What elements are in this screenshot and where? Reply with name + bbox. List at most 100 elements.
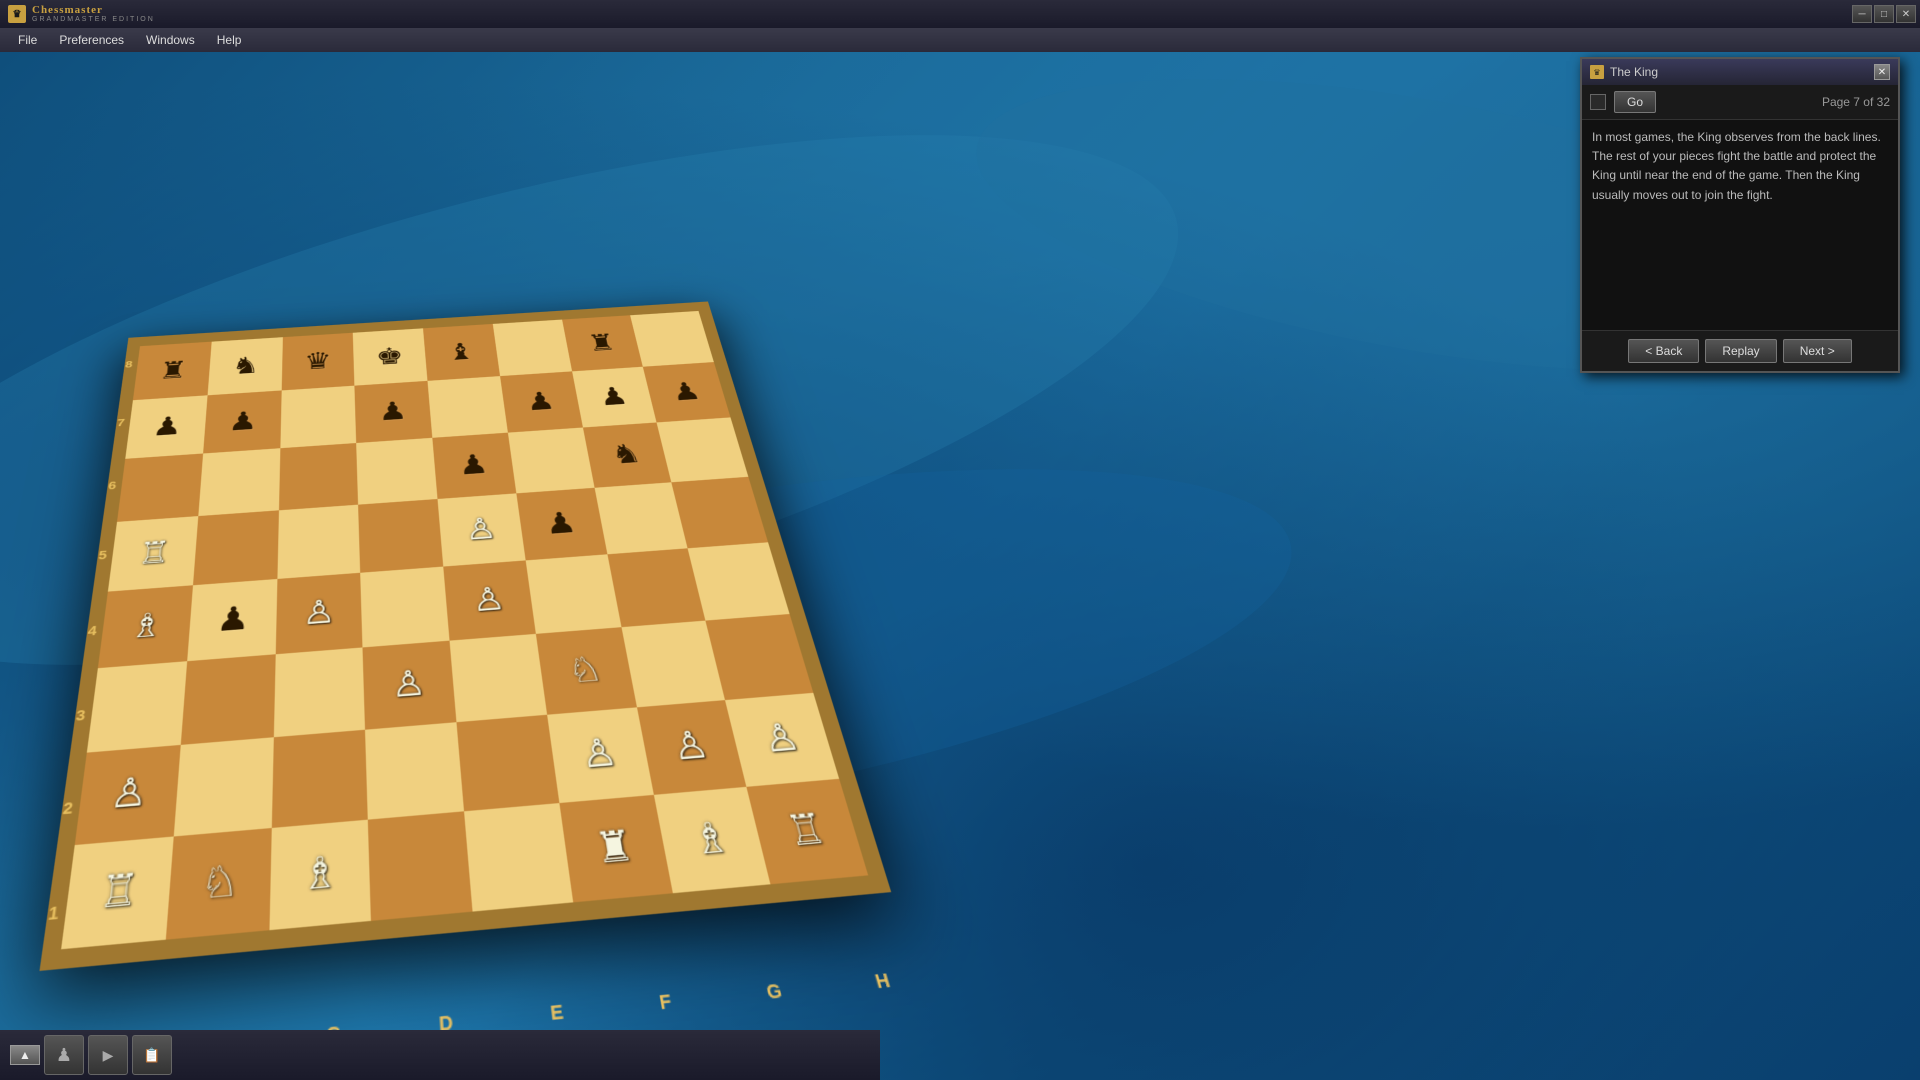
square-c5[interactable] xyxy=(277,505,360,579)
dialog-controls: Go Page 7 of 32 xyxy=(1582,85,1898,120)
piece-f1: ♜ xyxy=(592,825,636,871)
scroll-up-button[interactable]: ▲ xyxy=(10,1045,40,1065)
dialog-text-area[interactable]: In most games, the King observes from th… xyxy=(1582,120,1898,330)
square-e1[interactable] xyxy=(464,803,573,911)
square-d1[interactable] xyxy=(368,812,472,921)
square-b7[interactable]: ♟ xyxy=(203,390,281,453)
dialog-icon: ♛ xyxy=(1590,65,1604,79)
dialog-title-bar: ♛ The King ✕ xyxy=(1582,59,1898,85)
notes-button[interactable]: 📋 xyxy=(132,1035,172,1075)
square-f4[interactable] xyxy=(525,554,621,633)
square-d8[interactable]: ♚ xyxy=(353,328,427,385)
square-a8[interactable]: ♜ xyxy=(133,342,212,400)
square-c1[interactable]: ♗ xyxy=(269,820,371,930)
square-a7[interactable]: ♟ xyxy=(125,395,207,458)
square-f7[interactable]: ♟ xyxy=(500,371,583,432)
menu-help[interactable]: Help xyxy=(207,31,252,49)
app-subtitle: GRANDMASTER EDITION xyxy=(32,16,155,23)
square-e4[interactable]: ♙ xyxy=(443,560,535,640)
square-d4[interactable] xyxy=(360,567,449,648)
square-h3[interactable] xyxy=(706,614,814,700)
square-d2[interactable] xyxy=(365,722,464,820)
dialog-text: In most games, the King observes from th… xyxy=(1592,128,1888,205)
square-h7[interactable]: ♟ xyxy=(643,362,730,422)
piece-b1: ♘ xyxy=(199,859,240,906)
square-f3[interactable]: ♘ xyxy=(536,627,637,714)
maximize-button[interactable]: □ xyxy=(1874,5,1894,23)
dialog-checkbox[interactable] xyxy=(1590,94,1606,110)
file-g: G xyxy=(764,980,784,1005)
square-a2[interactable]: ♙ xyxy=(75,744,181,845)
square-c2[interactable] xyxy=(271,729,368,828)
square-e6[interactable]: ♟ xyxy=(432,432,516,499)
square-b8[interactable]: ♞ xyxy=(207,337,282,395)
file-h: H xyxy=(873,969,893,993)
square-c6[interactable] xyxy=(278,443,358,511)
square-g7[interactable]: ♟ xyxy=(572,367,657,428)
square-b1[interactable]: ♘ xyxy=(166,828,272,939)
piece-a4: ♗ xyxy=(128,608,165,643)
window-controls: ─ □ ✕ xyxy=(1852,5,1920,23)
piece-b7: ♟ xyxy=(228,408,258,435)
piece-e4: ♙ xyxy=(471,583,507,617)
piece-d7: ♟ xyxy=(378,398,408,424)
play-button[interactable]: ▶ xyxy=(88,1035,128,1075)
square-d3[interactable]: ♙ xyxy=(363,640,457,729)
menu-windows[interactable]: Windows xyxy=(136,31,205,49)
square-h2[interactable]: ♙ xyxy=(725,692,839,787)
square-a1[interactable]: ♖ xyxy=(61,837,173,949)
back-button[interactable]: < Back xyxy=(1628,339,1699,363)
dialog-nav-bar: < Back Replay Next > xyxy=(1582,330,1898,371)
square-f6[interactable] xyxy=(508,427,595,493)
piece-h7: ♟ xyxy=(669,379,703,405)
tutorial-dialog: ♛ The King ✕ Go Page 7 of 32 In most gam… xyxy=(1580,57,1900,373)
square-b2[interactable] xyxy=(173,737,273,837)
square-a6[interactable] xyxy=(117,453,203,522)
square-c8[interactable]: ♛ xyxy=(281,333,354,391)
close-button[interactable]: ✕ xyxy=(1896,5,1916,23)
go-button[interactable]: Go xyxy=(1614,91,1656,113)
board-container: 8 7 6 5 4 3 2 1 ♜ ♞ ♛ ♚ ♝ ♜ xyxy=(30,299,971,1040)
chess-board[interactable]: ♜ ♞ ♛ ♚ ♝ ♜ ♟ ♟ ♟ ♟ ♟ ♟ xyxy=(40,301,892,970)
rank-8: 8 xyxy=(119,359,138,371)
main-content: 8 7 6 5 4 3 2 1 ♜ ♞ ♛ ♚ ♝ ♜ xyxy=(0,52,1920,1080)
square-f8[interactable] xyxy=(493,320,572,376)
square-h8[interactable] xyxy=(630,311,713,367)
piece-c1: ♗ xyxy=(301,850,340,897)
square-f1[interactable]: ♜ xyxy=(559,795,672,902)
square-c4[interactable]: ♙ xyxy=(275,573,363,654)
square-d6[interactable] xyxy=(356,437,437,504)
piece-c4: ♙ xyxy=(302,595,335,630)
square-d7[interactable]: ♟ xyxy=(355,381,433,443)
square-c7[interactable] xyxy=(280,385,356,447)
square-b5[interactable] xyxy=(193,511,279,586)
menu-file[interactable]: File xyxy=(8,31,47,49)
square-h4[interactable] xyxy=(688,542,790,620)
square-e8[interactable]: ♝ xyxy=(423,324,500,381)
next-button[interactable]: Next > xyxy=(1783,339,1852,363)
square-e7[interactable] xyxy=(427,376,507,438)
square-d5[interactable] xyxy=(358,499,443,573)
square-f2[interactable]: ♙ xyxy=(547,707,654,803)
square-e5[interactable]: ♙ xyxy=(438,494,526,567)
menu-preferences[interactable]: Preferences xyxy=(49,31,134,49)
replay-button[interactable]: Replay xyxy=(1705,339,1776,363)
square-a5[interactable]: ♖ xyxy=(108,516,198,591)
square-a4[interactable]: ♗ xyxy=(98,585,193,668)
square-b4[interactable]: ♟ xyxy=(187,579,277,661)
square-f5[interactable]: ♟ xyxy=(516,488,607,560)
square-a3[interactable] xyxy=(87,661,187,752)
square-h6[interactable] xyxy=(657,417,749,482)
minimize-button[interactable]: ─ xyxy=(1852,5,1872,23)
file-e: E xyxy=(549,1001,565,1026)
square-g8[interactable]: ♜ xyxy=(562,315,643,371)
square-h5[interactable] xyxy=(672,477,768,548)
square-b3[interactable] xyxy=(181,654,276,744)
square-e3[interactable] xyxy=(450,634,547,722)
piece-b8: ♞ xyxy=(231,353,260,378)
square-c3[interactable] xyxy=(273,647,365,737)
square-b6[interactable] xyxy=(198,448,280,516)
square-e2[interactable] xyxy=(456,714,559,811)
app-title: Chessmaster xyxy=(32,5,155,16)
dialog-close-button[interactable]: ✕ xyxy=(1874,64,1890,80)
